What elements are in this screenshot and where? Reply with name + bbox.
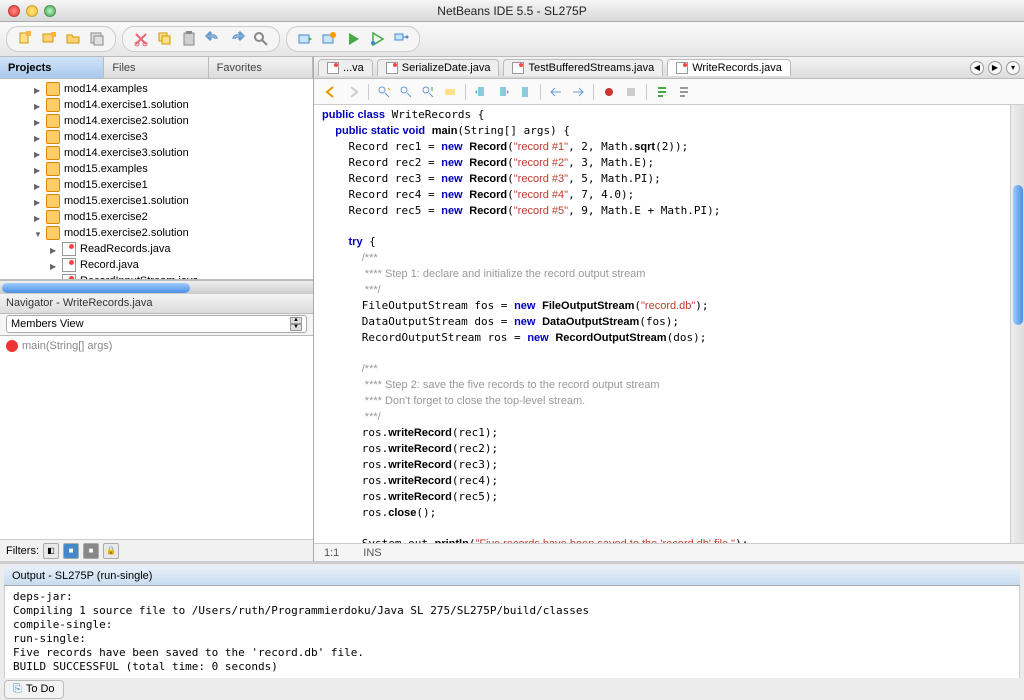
- tree-node[interactable]: mod14.examples: [0, 81, 313, 97]
- nav-forward-button[interactable]: [344, 83, 362, 101]
- editor-toolbar: [314, 79, 1024, 105]
- project-tree[interactable]: mod14.examplesmod14.exercise1.solutionmo…: [0, 79, 313, 280]
- chevron-down-icon[interactable]: ▼: [290, 324, 302, 331]
- uncomment-button[interactable]: [675, 83, 693, 101]
- java-file-icon: [62, 242, 76, 256]
- tree-node[interactable]: mod14.exercise2.solution: [0, 113, 313, 129]
- navigator-members[interactable]: main(String[] args): [0, 336, 313, 540]
- tree-node[interactable]: mod14.exercise3: [0, 129, 313, 145]
- shift-left-button[interactable]: [547, 83, 565, 101]
- navigator-filters: Filters: ◧ ■ ■ 🔒: [0, 539, 313, 561]
- package-icon: [46, 130, 60, 144]
- package-icon: [46, 210, 60, 224]
- open-button[interactable]: [63, 29, 83, 49]
- todo-tab[interactable]: ⎘ To Do: [4, 680, 64, 699]
- left-pane-tabs: ProjectsFilesFavorites: [0, 57, 313, 79]
- package-icon: [46, 146, 60, 160]
- java-file-icon: [512, 62, 524, 74]
- find-button[interactable]: [251, 29, 271, 49]
- tree-node[interactable]: mod14.exercise1.solution: [0, 97, 313, 113]
- toggle-bookmark-button[interactable]: [516, 83, 534, 101]
- toggle-highlight-button[interactable]: [441, 83, 459, 101]
- tree-node[interactable]: mod15.exercise1.solution: [0, 193, 313, 209]
- paste-button[interactable]: [179, 29, 199, 49]
- java-file-icon: [327, 62, 339, 74]
- find-prev-button[interactable]: [397, 83, 415, 101]
- comment-button[interactable]: [653, 83, 671, 101]
- clean-build-button[interactable]: [319, 29, 339, 49]
- macro-stop-button[interactable]: [622, 83, 640, 101]
- left-tab-projects[interactable]: Projects: [0, 57, 104, 78]
- java-file-icon: [676, 62, 688, 74]
- run-button[interactable]: [343, 29, 363, 49]
- editor-tab[interactable]: WriteRecords.java: [667, 59, 791, 76]
- editor-tab[interactable]: SerializeDate.java: [377, 59, 500, 76]
- minimize-window-icon[interactable]: [26, 5, 38, 17]
- output-header[interactable]: Output - SL275P (run-single): [4, 566, 1020, 586]
- prev-editor-button[interactable]: ◀: [970, 61, 984, 75]
- debug-button[interactable]: [367, 29, 387, 49]
- tree-node[interactable]: mod14.exercise3.solution: [0, 145, 313, 161]
- new-project-button[interactable]: [39, 29, 59, 49]
- cursor-position: 1:1: [324, 547, 339, 559]
- java-file-icon: [386, 62, 398, 74]
- left-tab-favorites[interactable]: Favorites: [209, 57, 313, 78]
- filter-fields-button[interactable]: ■: [63, 543, 79, 559]
- copy-button[interactable]: [155, 29, 175, 49]
- shift-right-button[interactable]: [569, 83, 587, 101]
- next-editor-button[interactable]: ▶: [988, 61, 1002, 75]
- code-editor[interactable]: public class WriteRecords { public stati…: [314, 105, 1010, 543]
- tree-node[interactable]: Record.java: [0, 257, 313, 273]
- new-file-button[interactable]: [15, 29, 35, 49]
- output-console[interactable]: deps-jar: Compiling 1 source file to /Us…: [4, 586, 1020, 678]
- editor-dropdown-button[interactable]: ▾: [1006, 61, 1020, 75]
- tree-node[interactable]: mod15.exercise1: [0, 177, 313, 193]
- cut-button[interactable]: [131, 29, 151, 49]
- tree-horizontal-scrollbar[interactable]: [0, 280, 313, 294]
- find-selection-button[interactable]: [375, 83, 393, 101]
- package-icon: [46, 82, 60, 96]
- insert-mode: INS: [363, 547, 381, 559]
- left-tab-files[interactable]: Files: [104, 57, 208, 78]
- undo-button[interactable]: [203, 29, 223, 49]
- next-bookmark-button[interactable]: [494, 83, 512, 101]
- macro-record-button[interactable]: [600, 83, 618, 101]
- nav-back-button[interactable]: [322, 83, 340, 101]
- main-toolbar: [0, 22, 1024, 57]
- close-window-icon[interactable]: [8, 5, 20, 17]
- navigator-header: Navigator - WriteRecords.java: [0, 294, 313, 314]
- filter-static-button[interactable]: ■: [83, 543, 99, 559]
- find-next-button[interactable]: [419, 83, 437, 101]
- prev-bookmark-button[interactable]: [472, 83, 490, 101]
- filter-inherited-button[interactable]: ◧: [43, 543, 59, 559]
- package-icon: [46, 162, 60, 176]
- window-titlebar: NetBeans IDE 5.5 - SL275P: [0, 0, 1024, 22]
- window-title: NetBeans IDE 5.5 - SL275P: [437, 4, 586, 18]
- package-icon: [46, 226, 60, 240]
- build-button[interactable]: [295, 29, 315, 49]
- method-icon: [6, 340, 18, 352]
- tree-node[interactable]: mod15.exercise2: [0, 209, 313, 225]
- chevron-up-icon[interactable]: ▲: [290, 317, 302, 324]
- navigator-view-select[interactable]: Members View ▲▼: [6, 315, 307, 333]
- package-icon: [46, 114, 60, 128]
- tree-node[interactable]: mod15.exercise2.solution: [0, 225, 313, 241]
- editor-tab[interactable]: TestBufferedStreams.java: [503, 59, 663, 76]
- package-icon: [46, 194, 60, 208]
- package-icon: [46, 98, 60, 112]
- tree-node[interactable]: mod15.examples: [0, 161, 313, 177]
- pin-icon: ⎘: [13, 683, 22, 696]
- editor-vertical-scrollbar[interactable]: [1010, 105, 1024, 543]
- save-all-button[interactable]: [87, 29, 107, 49]
- editor-tabs: ...vaSerializeDate.javaTestBufferedStrea…: [314, 57, 1024, 79]
- editor-tab[interactable]: ...va: [318, 59, 373, 76]
- filter-nonpublic-button[interactable]: 🔒: [103, 543, 119, 559]
- package-icon: [46, 178, 60, 192]
- editor-status-bar: 1:1 INS: [314, 543, 1024, 561]
- zoom-window-icon[interactable]: [44, 5, 56, 17]
- tree-node[interactable]: ReadRecords.java: [0, 241, 313, 257]
- redo-button[interactable]: [227, 29, 247, 49]
- attach-debugger-button[interactable]: [391, 29, 411, 49]
- java-file-icon: [62, 258, 76, 272]
